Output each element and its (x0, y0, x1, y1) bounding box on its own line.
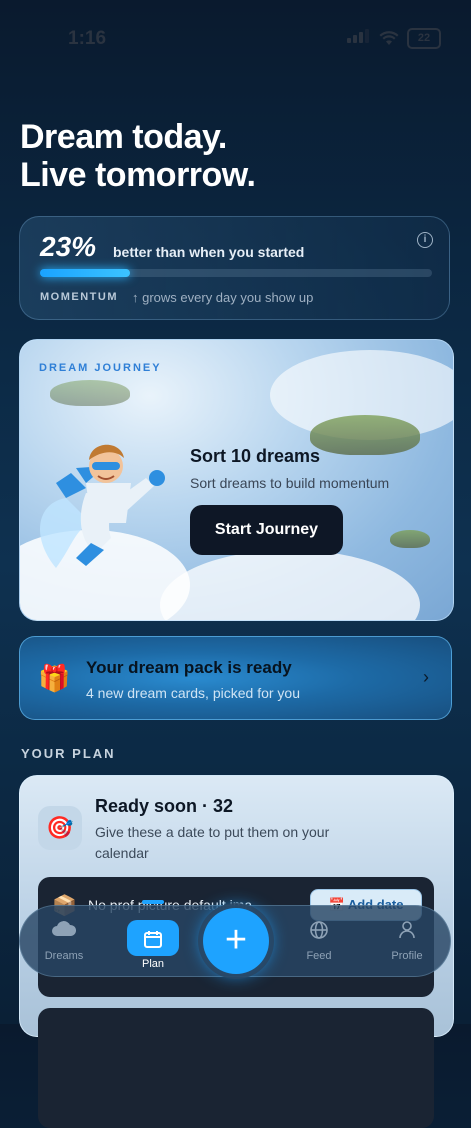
superhero-illustration (39, 444, 165, 568)
momentum-card: 23% better than when you started i MOMEN… (19, 216, 450, 320)
tab-dreams[interactable]: Dreams (34, 920, 94, 962)
journey-subtitle: Sort dreams to build momentum (190, 475, 390, 491)
status-time: 1:16 (68, 28, 107, 49)
active-tab-indicator (142, 900, 164, 904)
momentum-hint: ↑ grows every day you show up (132, 290, 314, 305)
floating-island-illustration (390, 530, 430, 548)
start-journey-button[interactable]: Start Journey (190, 505, 343, 555)
tab-plan[interactable]: Plan (123, 920, 183, 970)
cloud-illustration (160, 550, 420, 620)
page-headline: Dream today. Live tomorrow. (20, 118, 256, 194)
plus-icon: + (224, 919, 248, 961)
momentum-percent-label: better than when you started (113, 244, 305, 260)
status-bar: 1:16 22 (0, 0, 471, 70)
signal-icon (347, 29, 371, 48)
dream-journey-card[interactable]: DREAM JOURNEY Sort 10 dreams Sort dreams… (19, 339, 454, 621)
momentum-label: MOMENTUM (40, 291, 118, 303)
plan-item-row[interactable] (38, 1008, 434, 1128)
tab-plan-label: Plan (141, 958, 165, 970)
dream-pack-banner[interactable]: 🎁 Your dream pack is ready 4 new dream c… (19, 636, 452, 720)
plan-subtitle: Give these a date to put them on your ca… (95, 824, 330, 861)
cloud-icon (34, 920, 94, 944)
tab-profile[interactable]: Profile (377, 920, 437, 962)
battery-icon: 22 (407, 28, 441, 49)
target-icon: 🎯 (38, 806, 82, 850)
tab-profile-label: Profile (391, 950, 423, 962)
momentum-progress-bar (40, 269, 432, 277)
gift-icon: 🎁 (38, 663, 71, 693)
momentum-progress-fill (40, 269, 131, 277)
journey-tag: DREAM JOURNEY (39, 362, 162, 374)
dream-pack-subtitle: 4 new dream cards, picked for you (86, 685, 300, 701)
tab-feed[interactable]: Feed (289, 920, 349, 962)
add-dream-button[interactable]: + (203, 908, 269, 974)
journey-title: Sort 10 dreams (190, 446, 321, 466)
headline-line-1: Dream today. (20, 118, 227, 156)
floating-island-illustration (50, 380, 130, 406)
floating-island-illustration (310, 415, 420, 455)
your-plan-heading: YOUR PLAN (21, 746, 116, 761)
tab-feed-label: Feed (306, 950, 332, 962)
status-icons: 22 (347, 28, 441, 49)
person-icon (377, 920, 437, 944)
chevron-right-icon: › (423, 667, 429, 687)
calendar-icon (127, 920, 179, 956)
globe-icon (289, 920, 349, 944)
plan-title: Ready soon · 32 (95, 796, 234, 816)
momentum-percent: 23% (40, 231, 97, 262)
tab-dreams-label: Dreams (44, 950, 84, 962)
headline-line-2: Live tomorrow. (20, 156, 256, 194)
info-icon[interactable]: i (417, 232, 433, 248)
dream-pack-title: Your dream pack is ready (86, 658, 292, 677)
wifi-icon (379, 31, 399, 45)
bottom-tab-bar: Dreams Plan + Feed Profile (19, 900, 451, 977)
